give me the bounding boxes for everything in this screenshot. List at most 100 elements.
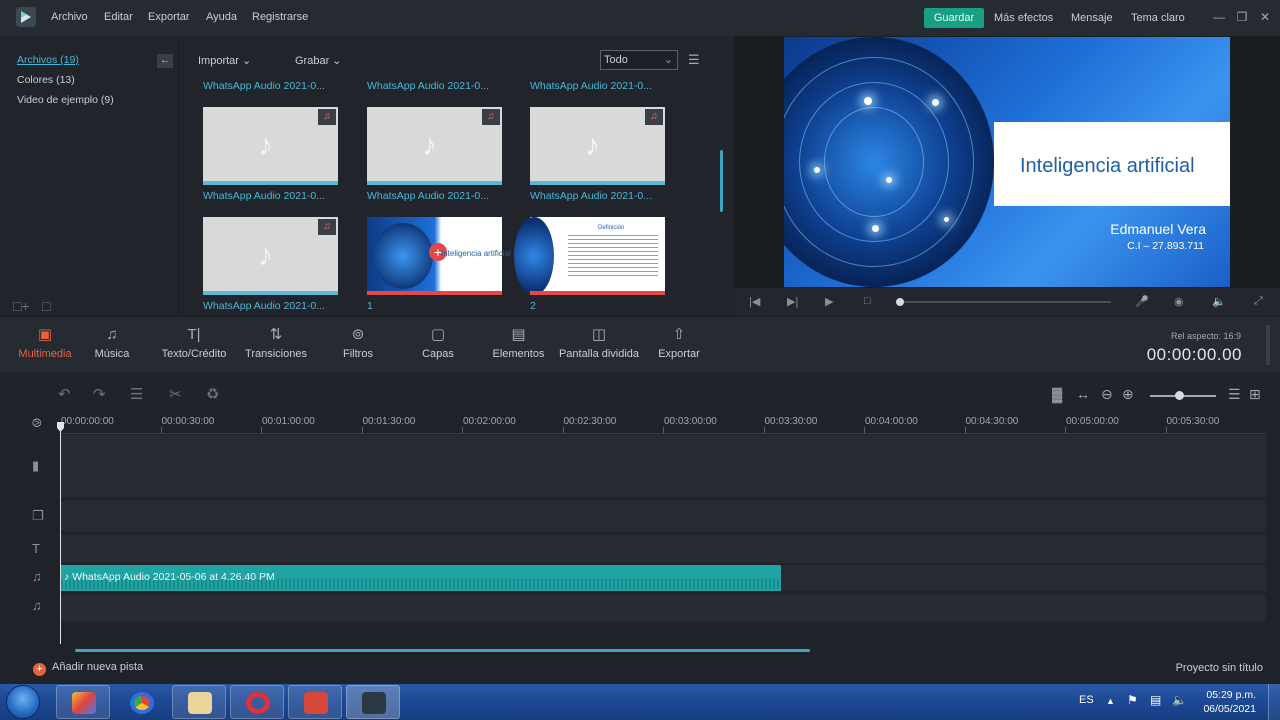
media-scrollbar[interactable] [720, 150, 723, 212]
delete-folder-icon[interactable]: □ [42, 298, 50, 314]
tool-pantalla-dividida[interactable]: ◫ Pantalla dividida [558, 327, 640, 361]
tool-transiciones[interactable]: ⇅ Transiciones [243, 327, 309, 361]
delete-icon[interactable]: ♻ [206, 385, 219, 403]
category-colores[interactable]: Colores (13) [17, 74, 75, 86]
play-icon[interactable]: ▶ [825, 295, 833, 308]
timeline-scrollbar[interactable] [75, 649, 810, 652]
ruler-tick-label: 00:03:30:00 [764, 416, 818, 427]
action-center-flag-icon[interactable]: ⚑ [1127, 693, 1138, 707]
add-track-button[interactable]: + Añadir nueva pista [33, 661, 143, 676]
show-desktop-button[interactable] [1268, 684, 1280, 720]
tool-label: Capas [422, 348, 454, 360]
collapse-panel-button[interactable]: ← [157, 54, 173, 68]
undo-icon[interactable]: ↶ [58, 385, 71, 403]
taskbar-presentation[interactable] [288, 685, 342, 719]
snap-icon[interactable]: ⧁ [32, 416, 42, 431]
playhead[interactable] [60, 424, 61, 644]
fullscreen-icon[interactable]: ⤢ [1254, 295, 1263, 308]
tool-label: Exportar [658, 348, 700, 360]
menu-archivo[interactable]: Archivo [51, 11, 88, 23]
tool-elementos[interactable]: ▤ Elementos [491, 327, 546, 361]
audio-mixer-icon[interactable]: ▓ [1052, 386, 1062, 402]
taskbar-paint[interactable] [56, 685, 110, 719]
grid-view-icon[interactable]: ⊞ [1249, 386, 1261, 403]
network-icon[interactable]: ▤ [1150, 693, 1161, 707]
menu-ayuda[interactable]: Ayuda [206, 11, 237, 23]
zoom-in-icon[interactable]: ⊕ [1122, 386, 1134, 403]
media-label: WhatsApp Audio 2021-0... [203, 80, 325, 92]
music-icon: ♫ [106, 326, 118, 343]
timeline: ↶ ↷ ☰ ✂ ♻ ▓ ↔ ⊖ ⊕ ☰ ⊞ ⧁ 00:00:00:00 00:00… [0, 372, 1280, 684]
category-video-ejemplo[interactable]: Video de ejemplo (9) [17, 94, 114, 106]
text-track[interactable] [60, 535, 1266, 563]
media-label: 1 [367, 300, 373, 312]
fit-timeline-icon[interactable]: ↔ [1076, 386, 1090, 402]
audio-thumbnail[interactable]: ♪ ♫ [530, 107, 665, 185]
progress-knob[interactable] [896, 298, 904, 306]
tool-label: Multimedia [18, 348, 72, 360]
close-icon[interactable]: ✕ [1257, 9, 1273, 25]
audio-thumbnail[interactable]: ♪ ♫ [203, 217, 338, 295]
playback-progress[interactable] [896, 298, 1111, 306]
language-indicator[interactable]: ES [1079, 694, 1094, 706]
tool-filtros[interactable]: ⊚ Filtros [337, 327, 379, 361]
audio-thumbnail[interactable]: ♪ ♫ [367, 107, 502, 185]
category-archivos[interactable]: Archivos (19) [17, 54, 79, 66]
tool-exportar[interactable]: ⇧ Exportar [656, 327, 702, 361]
menu-icon[interactable]: ☰ [1228, 386, 1241, 403]
tool-multimedia[interactable]: ▣ Multimedia [16, 327, 74, 361]
system-clock[interactable]: 05:29 p.m. 06/05/2021 [1203, 688, 1256, 716]
record-dropdown[interactable]: Grabar ⌄ [295, 54, 342, 67]
skip-back-icon[interactable]: |◀ [749, 295, 760, 308]
tool-texto[interactable]: T| Texto/Crédito [159, 327, 229, 361]
adjust-icon[interactable]: ☰ [130, 385, 143, 403]
aspect-ratio[interactable]: Rel aspecto: 16:9 [1171, 331, 1241, 341]
time-ruler[interactable]: 00:00:00:00 00:00:30:00 00:01:00:00 00:01:3… [60, 412, 1266, 434]
audio-track-2[interactable] [60, 594, 1266, 622]
audio-thumbnail[interactable]: ♪ ♫ [203, 107, 338, 185]
microphone-icon[interactable]: 🎤 [1135, 295, 1149, 308]
video-track[interactable] [60, 435, 1266, 497]
clock-date: 06/05/2021 [1203, 703, 1256, 715]
overlay-track-icon: ❐ [32, 508, 44, 523]
taskbar-opera[interactable] [230, 685, 284, 719]
taskbar-chrome[interactable] [114, 685, 168, 719]
menu-editar[interactable]: Editar [104, 11, 133, 23]
message-link[interactable]: Mensaje [1071, 12, 1113, 24]
toolbar-scrollbar[interactable] [1266, 325, 1270, 365]
ruler-tick-mark [864, 427, 865, 433]
volume-icon[interactable]: 🔈 [1212, 295, 1226, 308]
stop-icon[interactable]: □ [864, 295, 871, 307]
volume-tray-icon[interactable]: 🔈 [1172, 693, 1187, 707]
redo-icon[interactable]: ↷ [93, 385, 106, 403]
minimize-icon[interactable]: — [1211, 9, 1227, 25]
menu-registrarse[interactable]: Registrarse [252, 11, 308, 23]
zoom-slider-knob[interactable] [1175, 391, 1184, 400]
light-theme-link[interactable]: Tema claro [1131, 12, 1185, 24]
filter-select[interactable]: Todo ⌄ [600, 50, 678, 70]
menu-exportar[interactable]: Exportar [148, 11, 190, 23]
more-effects-link[interactable]: Más efectos [994, 12, 1053, 24]
save-button[interactable]: Guardar [924, 8, 984, 28]
tool-musica[interactable]: ♫ Música [90, 326, 134, 361]
maximize-icon[interactable]: ❐ [1234, 9, 1250, 25]
cut-icon[interactable]: ✂ [169, 385, 182, 403]
overlay-track[interactable] [60, 501, 1266, 531]
new-folder-icon[interactable]: □+ [13, 298, 30, 314]
list-view-icon[interactable]: ☰ [688, 52, 700, 68]
tray-expand-icon[interactable]: ▲ [1106, 696, 1115, 706]
audio-clip[interactable]: ♪ WhatsApp Audio 2021-05-06 at 4.26.40 P… [61, 565, 781, 591]
snapshot-camera-icon[interactable]: ◉ [1174, 295, 1184, 308]
slide-thumbnail[interactable]: Definición [514, 217, 665, 295]
taskbar-explorer[interactable] [172, 685, 226, 719]
tool-capas[interactable]: ▢ Capas [418, 327, 458, 361]
skip-forward-icon[interactable]: ▶| [787, 295, 798, 308]
ruler-tick-label: 00:05:00:00 [1066, 416, 1119, 427]
slide-title: Inteligencia artificial [1020, 155, 1195, 177]
zoom-out-icon[interactable]: ⊖ [1101, 386, 1113, 403]
ruler-tick-label: 00:01:30:00 [362, 416, 416, 427]
start-button[interactable] [6, 685, 40, 719]
import-dropdown[interactable]: Importar ⌄ [198, 54, 251, 67]
taskbar-filmora[interactable] [346, 685, 400, 719]
slide-thumbnail[interactable]: + Inteligencia artificial [367, 217, 511, 295]
